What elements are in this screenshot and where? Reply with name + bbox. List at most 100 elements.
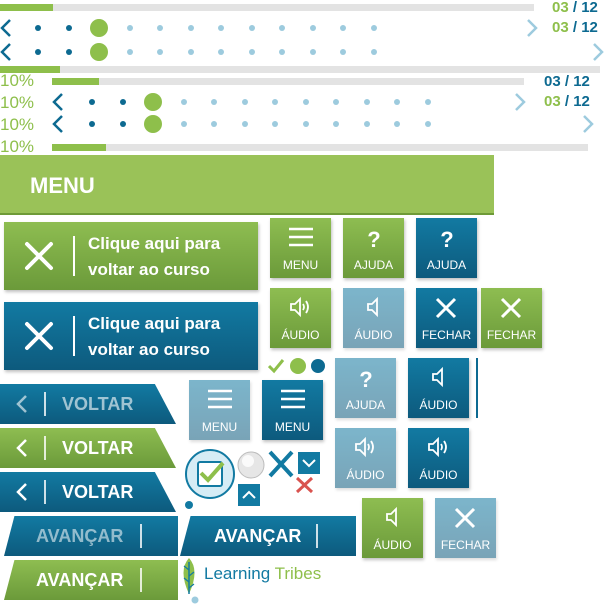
- page-dot[interactable]: [89, 121, 95, 127]
- page-dot[interactable]: [65, 25, 72, 31]
- page-dot[interactable]: [302, 99, 309, 105]
- page-dot-current[interactable]: [144, 115, 162, 133]
- page-dot[interactable]: [35, 49, 41, 55]
- separator: [44, 392, 46, 416]
- page-dot[interactable]: [424, 99, 431, 105]
- chevron-right-icon[interactable]: [592, 43, 604, 61]
- back-to-course-button[interactable]: Clique aqui para voltar ao curso: [4, 222, 258, 290]
- page-dots-nav[interactable]: [0, 42, 608, 62]
- page-dot[interactable]: [241, 121, 248, 127]
- page-dot[interactable]: [211, 121, 217, 127]
- page-dot[interactable]: [279, 25, 285, 31]
- page-dot[interactable]: [241, 99, 248, 105]
- page-dot[interactable]: [187, 25, 194, 31]
- page-dot[interactable]: [180, 99, 187, 105]
- page-dot[interactable]: [394, 99, 400, 105]
- page-dot[interactable]: [119, 121, 126, 127]
- page-dot[interactable]: [248, 25, 255, 31]
- audio-button[interactable]: ÁUDIO: [270, 288, 331, 348]
- close-icon: [454, 507, 476, 529]
- page-dot[interactable]: [126, 25, 133, 31]
- page-dot[interactable]: [302, 121, 309, 127]
- menu-button[interactable]: MENU: [270, 218, 331, 278]
- separator: [316, 524, 318, 548]
- page-dot[interactable]: [370, 49, 377, 55]
- audio-button[interactable]: ÁUDIO: [408, 428, 469, 488]
- page-dot[interactable]: [272, 121, 278, 127]
- next-button[interactable]: AVANÇAR: [4, 516, 178, 556]
- page-dot[interactable]: [279, 49, 285, 55]
- page-dot[interactable]: [309, 25, 316, 31]
- menu-button[interactable]: MENU: [189, 380, 250, 440]
- chevron-left-icon[interactable]: [0, 19, 12, 37]
- audio-muted-button[interactable]: ÁUDIO: [343, 288, 404, 348]
- menu-button[interactable]: MENU: [262, 380, 323, 440]
- back-button[interactable]: VOLTAR: [0, 472, 176, 512]
- chevron-right-icon[interactable]: [582, 115, 594, 133]
- button-label: Clique aqui para voltar ao curso: [88, 234, 221, 279]
- page-dot[interactable]: [180, 121, 187, 127]
- chevron-left-icon[interactable]: [0, 43, 12, 61]
- audio-button[interactable]: ÁUDIO: [335, 428, 396, 488]
- page-dot[interactable]: [333, 121, 339, 127]
- page-dot-current[interactable]: [90, 19, 108, 37]
- page-dot[interactable]: [333, 99, 339, 105]
- progress-bar: [0, 4, 534, 11]
- page-dot[interactable]: [157, 49, 163, 55]
- chevron-left-icon: [16, 439, 27, 457]
- page-dot[interactable]: [340, 25, 346, 31]
- page-dot-current[interactable]: [144, 93, 162, 111]
- page-dot[interactable]: [309, 49, 316, 55]
- page-dot[interactable]: [218, 25, 224, 31]
- page-dot[interactable]: [35, 25, 41, 31]
- page-dot[interactable]: [126, 49, 133, 55]
- audio-muted-button[interactable]: ÁUDIO: [362, 498, 423, 558]
- close-button[interactable]: FECHAR: [435, 498, 496, 558]
- back-to-course-button[interactable]: Clique aqui para voltar ao curso: [4, 302, 258, 370]
- page-dot[interactable]: [218, 49, 224, 55]
- help-button[interactable]: ? AJUDA: [343, 218, 404, 278]
- page-dot[interactable]: [65, 49, 72, 55]
- chevron-left-icon: [16, 483, 27, 501]
- chevron-right-icon[interactable]: [526, 19, 538, 37]
- close-button[interactable]: FECHAR: [416, 288, 477, 348]
- chevron-left-icon[interactable]: [52, 115, 64, 133]
- divider: [476, 358, 478, 418]
- back-button[interactable]: VOLTAR: [0, 428, 176, 468]
- separator: [73, 236, 75, 276]
- page-dot[interactable]: [157, 25, 163, 31]
- next-button[interactable]: AVANÇAR: [4, 560, 178, 600]
- page-dot[interactable]: [248, 49, 255, 55]
- separator: [140, 524, 142, 548]
- help-button[interactable]: ? AJUDA: [416, 218, 477, 278]
- scroll-up-button[interactable]: [238, 484, 260, 506]
- page-dot[interactable]: [211, 99, 217, 105]
- page-dots-nav[interactable]: [0, 18, 540, 38]
- chevron-left-icon[interactable]: [52, 93, 64, 111]
- separator: [44, 436, 46, 460]
- page-dot-current[interactable]: [90, 43, 108, 61]
- page-dot[interactable]: [119, 99, 126, 105]
- page-dot[interactable]: [187, 49, 194, 55]
- page-dot[interactable]: [424, 121, 431, 127]
- separator: [140, 568, 142, 592]
- page-dot[interactable]: [89, 99, 95, 105]
- audio-muted-button[interactable]: ÁUDIO: [408, 358, 469, 418]
- next-button[interactable]: AVANÇAR: [180, 516, 356, 556]
- page-dot[interactable]: [394, 121, 400, 127]
- page-dot[interactable]: [363, 99, 370, 105]
- page-dots-nav[interactable]: [52, 92, 532, 112]
- page-dots-nav[interactable]: [52, 114, 600, 134]
- back-button[interactable]: VOLTAR: [0, 384, 176, 424]
- page-dot[interactable]: [370, 25, 377, 31]
- close-button[interactable]: FECHAR: [481, 288, 542, 348]
- chevron-right-icon[interactable]: [514, 93, 526, 111]
- hamburger-icon: [208, 389, 232, 409]
- help-button[interactable]: ? AJUDA: [335, 358, 396, 418]
- page-counter: 03 / 12: [544, 73, 590, 90]
- button-label: Clique aqui para voltar ao curso: [88, 314, 221, 359]
- page-dot[interactable]: [272, 99, 278, 105]
- progress-percent: 10%: [0, 93, 35, 112]
- page-dot[interactable]: [340, 49, 346, 55]
- page-dot[interactable]: [363, 121, 370, 127]
